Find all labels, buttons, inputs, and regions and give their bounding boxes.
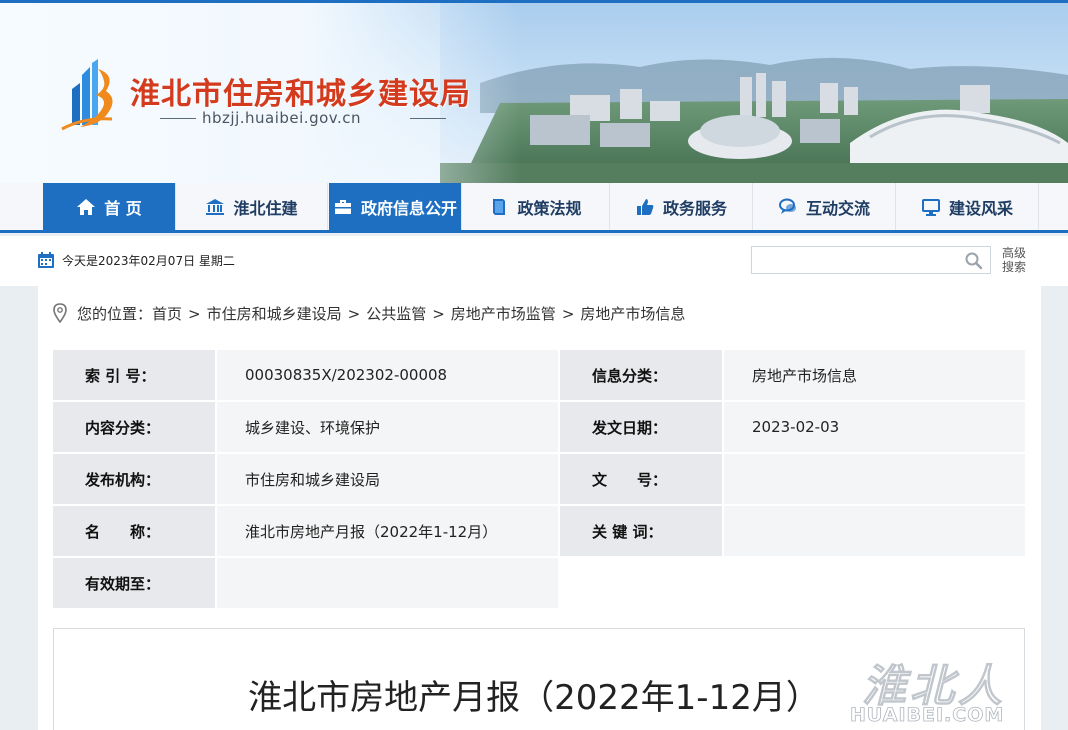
nav-item-policy[interactable]: 政策法规 — [462, 183, 610, 230]
document-number-value — [724, 454, 1025, 504]
breadcrumb-separator: > — [561, 305, 575, 323]
calendar-icon — [38, 252, 54, 268]
thumbs-up-icon — [636, 198, 654, 215]
valid-until-label: 有效期至： — [53, 558, 215, 608]
bureau-logo-icon — [61, 59, 113, 131]
publisher-value: 市住房和城乡建设局 — [217, 454, 558, 504]
category-label: 信息分类： — [560, 350, 722, 400]
bank-icon — [206, 198, 225, 215]
breadcrumb-separator: > — [347, 305, 361, 323]
nav-item-label: 政务服务 — [662, 198, 727, 218]
valid-until-value — [217, 558, 558, 608]
breadcrumb-item[interactable]: 首页 — [152, 305, 182, 323]
breadcrumb-item[interactable]: 公共监管 — [366, 305, 426, 323]
content-category-value: 城乡建设、环境保护 — [217, 402, 558, 452]
nav-item-gov-services[interactable]: 政务服务 — [610, 183, 753, 230]
breadcrumb-item[interactable]: 房地产市场信息 — [580, 305, 685, 323]
city-skyline-image — [440, 3, 1068, 183]
name-value: 淮北市房地产月报（2022年1-12月） — [217, 506, 558, 556]
location-pin-icon — [53, 303, 67, 323]
breadcrumb-separator: > — [188, 305, 201, 323]
nav-item-label: 政府信息公开 — [360, 198, 457, 218]
advanced-search-link[interactable]: 高级搜索 — [1000, 246, 1028, 274]
main-nav: 首 页 淮北住建 政府信息公开 政策法规 政务服务 互动交流 建设风采 — [0, 183, 1068, 233]
document-number-label: 文 号： — [560, 454, 722, 504]
book-icon — [493, 198, 506, 215]
watermark-en: HUAIBEI.COM — [850, 704, 1005, 727]
divider — [160, 118, 196, 119]
nav-item-gov-info[interactable]: 政府信息公开 — [329, 183, 462, 230]
search-input[interactable] — [751, 246, 991, 274]
nav-item-construction-showcase[interactable]: 建设风采 — [896, 183, 1039, 230]
nav-item-label: 淮北住建 — [233, 198, 298, 218]
publish-date-value: 2023-02-03 — [724, 402, 1025, 452]
chat-icon — [778, 198, 796, 214]
publisher-label: 发布机构： — [53, 454, 215, 504]
breadcrumb-item[interactable]: 市住房和城乡建设局 — [207, 305, 342, 323]
content-category-label: 内容分类： — [53, 402, 215, 452]
publish-date-label: 发文日期： — [560, 402, 722, 452]
name-label: 名 称： — [53, 506, 215, 556]
divider — [410, 118, 446, 119]
site-title: 淮北市住房和城乡建设局 — [130, 77, 471, 112]
date-search-bar: 今天是2023年02月07日 星期二 高级搜索 — [0, 236, 1068, 286]
home-icon — [77, 198, 96, 215]
category-value: 房地产市场信息 — [724, 350, 1025, 400]
current-date: 今天是2023年02月07日 星期二 — [62, 254, 235, 268]
briefcase-icon — [334, 199, 351, 214]
search-icon[interactable] — [964, 251, 984, 271]
index-label: 索 引 号： — [53, 350, 215, 400]
nav-item-label: 互动交流 — [805, 198, 870, 218]
nav-item-label: 政策法规 — [517, 198, 582, 218]
nav-item-label: 建设风采 — [948, 198, 1013, 218]
keywords-value — [724, 506, 1025, 556]
site-watermark: 淮北人 HUAIBEI.COM — [850, 650, 1065, 728]
header-banner: 淮北市住房和城乡建设局 hbzjj.huaibei.gov.cn — [0, 0, 1068, 183]
breadcrumb-separator: > — [432, 305, 445, 323]
keywords-label: 关 键 词： — [560, 506, 722, 556]
breadcrumb-prefix: 您的位置： — [77, 305, 153, 323]
nav-item-home[interactable]: 首 页 — [43, 183, 176, 230]
nav-item-huaibei-zhujian[interactable]: 淮北住建 — [176, 183, 328, 230]
index-value: 00030835X/202302-00008 — [217, 350, 558, 400]
site-domain: hbzjj.huaibei.gov.cn — [202, 109, 361, 127]
site-domain-row: hbzjj.huaibei.gov.cn — [160, 109, 446, 129]
nav-item-interaction[interactable]: 互动交流 — [753, 183, 896, 230]
breadcrumb-item[interactable]: 房地产市场监管 — [451, 305, 556, 323]
nav-item-label: 首 页 — [104, 198, 142, 218]
monitor-icon — [921, 198, 940, 216]
breadcrumb: 您的位置：首页 > 市住房和城乡建设局 > 公共监管 > 房地产市场监管 > 房地产市场信息 — [77, 303, 685, 324]
